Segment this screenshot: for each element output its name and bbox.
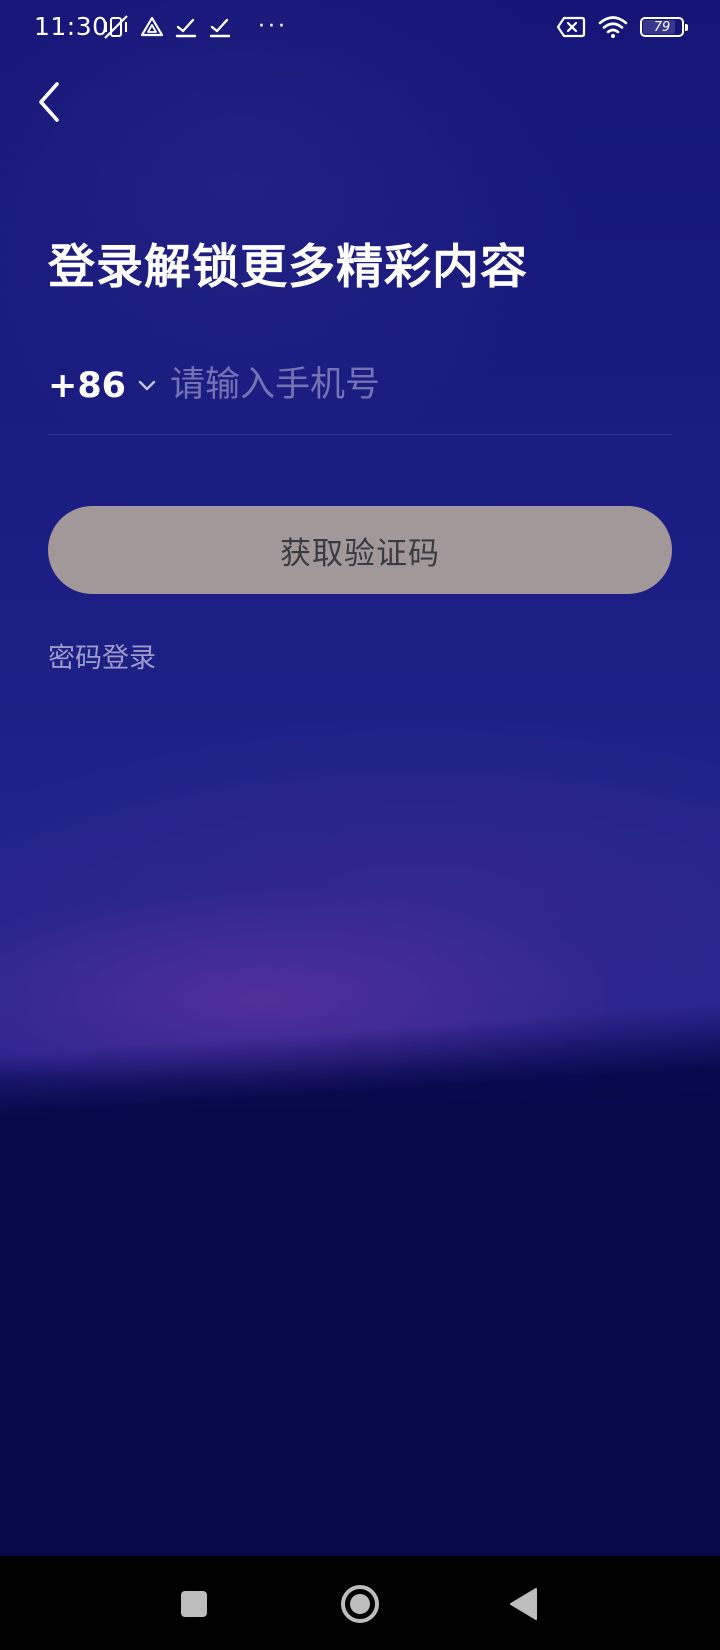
back-triangle-icon xyxy=(510,1588,537,1620)
country-code-value: +86 xyxy=(48,366,127,406)
chevron-left-icon xyxy=(39,82,59,122)
vibrate-off-icon xyxy=(102,13,130,41)
phone-number-row: +86 xyxy=(48,350,672,435)
battery-level: 79 xyxy=(653,19,671,35)
get-verification-code-button[interactable]: 获取验证码 xyxy=(48,506,672,594)
drive-icon xyxy=(140,15,164,39)
home-button[interactable] xyxy=(334,1578,386,1630)
back-button[interactable] xyxy=(28,78,72,126)
back-nav-button[interactable] xyxy=(498,1578,550,1630)
more-dots-icon: ··· xyxy=(258,14,288,39)
navigation-bar xyxy=(0,1556,720,1650)
home-circle-icon xyxy=(341,1585,379,1623)
wifi-icon xyxy=(598,15,628,39)
background-wave xyxy=(0,997,720,1556)
check-icon xyxy=(208,15,232,39)
status-right-icons: 79 xyxy=(556,13,688,41)
status-time: 11:30 xyxy=(34,12,109,41)
recents-square-icon xyxy=(181,1591,207,1617)
login-screen: 11:30 ··· 79 登录解锁更多精彩内容 +86 请输入手机号 获取验证码… xyxy=(0,0,720,1556)
country-code-selector[interactable]: +86 xyxy=(48,364,156,408)
sim-error-icon xyxy=(556,15,586,39)
password-login-link[interactable]: 密码登录 xyxy=(48,636,156,675)
phone-number-input[interactable] xyxy=(170,358,660,412)
chevron-down-icon xyxy=(138,380,156,392)
battery-icon: 79 xyxy=(640,17,688,37)
recents-button[interactable] xyxy=(168,1578,220,1630)
check-icon xyxy=(174,15,198,39)
status-left-icons: ··· xyxy=(102,13,288,41)
status-bar: 11:30 ··· 79 xyxy=(0,0,720,56)
page-title: 登录解锁更多精彩内容 xyxy=(48,240,528,295)
battery-tip xyxy=(685,24,688,31)
